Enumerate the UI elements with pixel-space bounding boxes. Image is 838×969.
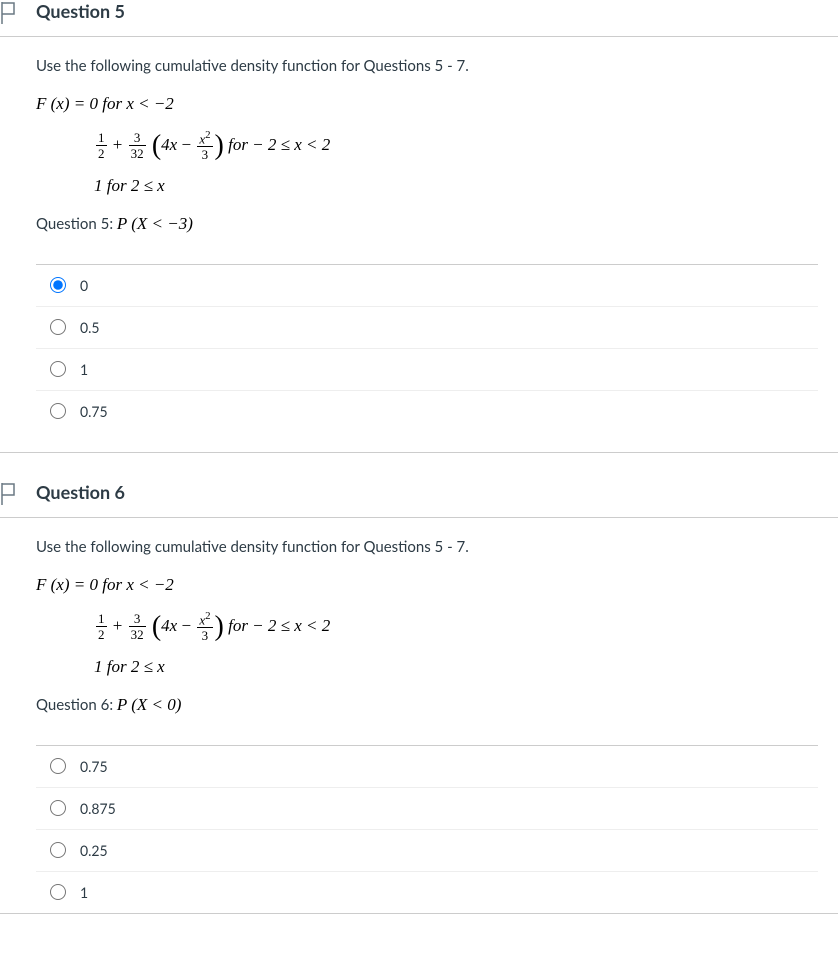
q6-label-a: 0.75 <box>80 758 108 775</box>
cdf-line-1-q6: F (x) = 0 for x < −2 <box>36 570 818 601</box>
question-5-prompt: Question 5: P (X < −3) <box>36 214 818 234</box>
q5-label-d: 0.75 <box>80 403 108 420</box>
q6-radio-b[interactable] <box>50 800 66 816</box>
question-5-options: 0 0.5 1 0.75 <box>36 264 818 432</box>
q5-option-c[interactable]: 1 <box>36 349 818 391</box>
question-5-intro: Use the following cumulative density fun… <box>36 57 818 75</box>
q6-option-c[interactable]: 0.25 <box>36 830 818 872</box>
question-5-header: Question 5 <box>0 0 838 37</box>
q6-label-b: 0.875 <box>80 800 116 817</box>
q5-radio-b[interactable] <box>50 319 66 335</box>
question-6-body: Use the following cumulative density fun… <box>0 538 838 913</box>
q5-label-c: 1 <box>80 361 88 378</box>
cdf-line-2-q6: 12 + 332 (4x − x23) for − 2 ≤ x < 2 <box>94 611 818 643</box>
cdf-line-3: 1 for 2 ≤ x <box>94 171 818 202</box>
question-6-options: 0.75 0.875 0.25 1 <box>36 745 818 913</box>
cdf-line-3-q6: 1 for 2 ≤ x <box>94 652 818 683</box>
q5-option-d[interactable]: 0.75 <box>36 391 818 432</box>
q6-option-b[interactable]: 0.875 <box>36 788 818 830</box>
q5-label-b: 0.5 <box>80 319 100 336</box>
q5-label-a: 0 <box>80 277 88 294</box>
q5-option-b[interactable]: 0.5 <box>36 307 818 349</box>
flag-icon[interactable] <box>0 2 18 24</box>
cdf-line-2: 12 + 332 (4x − x23) for − 2 ≤ x < 2 <box>94 130 818 162</box>
q6-radio-c[interactable] <box>50 842 66 858</box>
q6-radio-a[interactable] <box>50 758 66 774</box>
question-6-header: Question 6 <box>0 481 838 518</box>
question-6-block: Question 6 Use the following cumulative … <box>0 481 838 914</box>
q6-label-c: 0.25 <box>80 842 108 859</box>
q5-radio-c[interactable] <box>50 361 66 377</box>
q6-radio-d[interactable] <box>50 884 66 900</box>
cdf-line-1: F (x) = 0 for x < −2 <box>36 89 818 120</box>
q6-option-d[interactable]: 1 <box>36 872 818 913</box>
q6-label-d: 1 <box>80 884 88 901</box>
question-5-block: Question 5 Use the following cumulative … <box>0 0 838 453</box>
q5-radio-d[interactable] <box>50 403 66 419</box>
q5-radio-a[interactable] <box>50 277 66 293</box>
question-6-prompt: Question 6: P (X < 0) <box>36 695 818 715</box>
q5-option-a[interactable]: 0 <box>36 265 818 307</box>
question-5-body: Use the following cumulative density fun… <box>0 57 838 452</box>
q6-option-a[interactable]: 0.75 <box>36 746 818 788</box>
question-6-title: Question 6 <box>36 481 125 503</box>
flag-icon[interactable] <box>0 483 18 505</box>
question-5-title: Question 5 <box>36 0 125 22</box>
question-6-intro: Use the following cumulative density fun… <box>36 538 818 556</box>
